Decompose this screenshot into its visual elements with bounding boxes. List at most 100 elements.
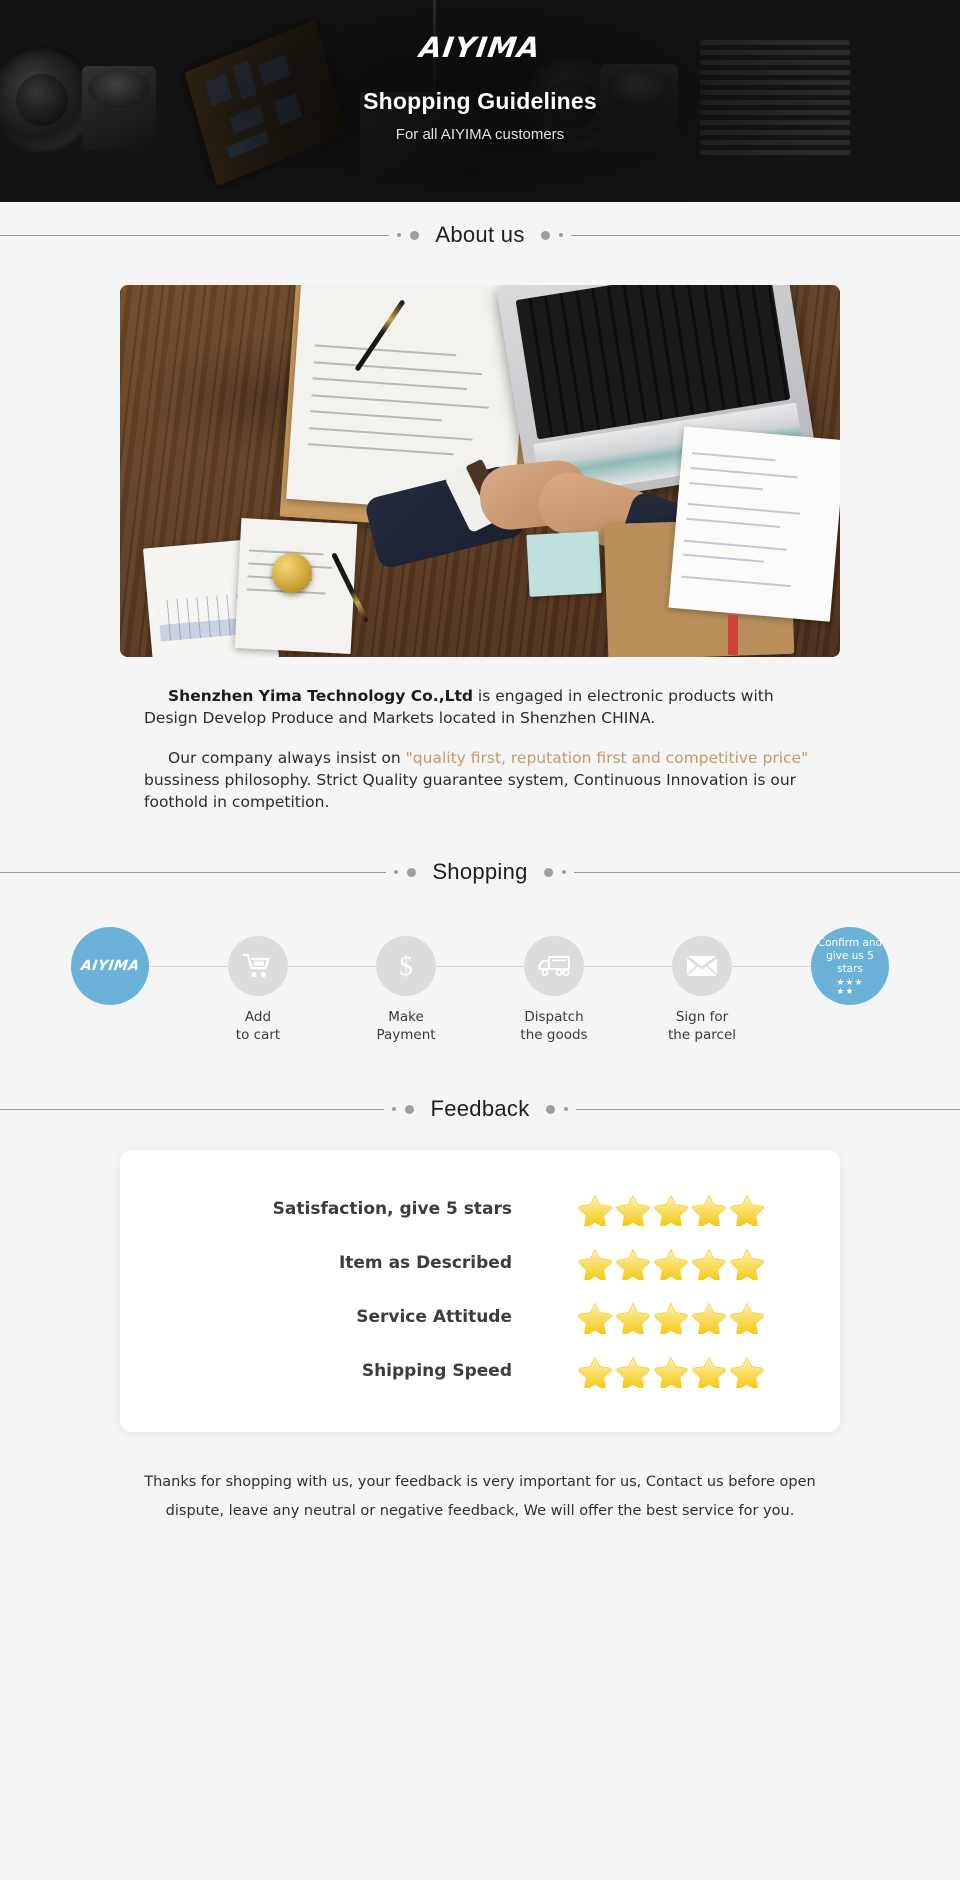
star-icon	[578, 1357, 612, 1388]
star-rating	[578, 1301, 764, 1334]
invoice-sheet	[668, 426, 840, 622]
step-label-line2: the parcel	[667, 1027, 737, 1044]
shopping-section-heading: Shopping	[0, 859, 960, 885]
heading-dot-small-right	[563, 1107, 568, 1112]
feedback-section: Feedback Satisfaction, give 5 stars Item…	[0, 1096, 960, 1526]
feedback-label: Satisfaction, give 5 stars	[272, 1199, 512, 1220]
aiyima-logo-icon: AIYIMA	[79, 958, 141, 974]
star-icon	[730, 1357, 764, 1388]
hero-title: Shopping Guidelines	[363, 88, 597, 114]
hero-banner: AIYIMA Shopping Guidelines For all AIYIM…	[0, 0, 960, 202]
step-label-line1: Make	[388, 1009, 424, 1025]
step-add-to-cart: Add to cart	[210, 927, 306, 1044]
star-icon	[578, 1195, 612, 1226]
star-rating	[578, 1247, 764, 1280]
section-title: Feedback	[430, 1096, 530, 1122]
truck-icon	[538, 956, 570, 976]
about-p2-before: Our company always insist on	[168, 749, 406, 767]
star-icon	[616, 1357, 650, 1388]
star-icon	[730, 1195, 764, 1226]
star-icon	[692, 1303, 726, 1334]
step-sign-parcel: Sign for the parcel	[654, 927, 750, 1044]
envelope-icon	[686, 956, 718, 976]
step-label: Make Payment	[376, 1008, 435, 1044]
shopping-steps: AIYIMA Add to cart $ Make Payment Dispat…	[62, 927, 898, 1044]
star-icon	[692, 1357, 726, 1388]
feedback-row: Service Attitude	[120, 1290, 840, 1344]
confirm-line1: Confirm and	[817, 936, 883, 949]
star-icon	[692, 1249, 726, 1280]
star-icon	[578, 1249, 612, 1280]
step-label-line1: Sign for	[675, 1009, 729, 1025]
star-icon	[692, 1195, 726, 1226]
dispatch-circle	[524, 936, 584, 996]
step-brand: AIYIMA	[62, 927, 158, 1005]
footer-note: Thanks for shopping with us, your feedba…	[130, 1468, 830, 1526]
red-tab-marker	[728, 615, 738, 655]
section-title: About us	[435, 222, 525, 247]
about-paragraph-2: Our company always insist on "quality fi…	[144, 747, 816, 813]
about-paragraph-1: Shenzhen Yima Technology Co.,Ltd is enga…	[144, 685, 816, 729]
step-label-line1: Dispatch	[524, 1009, 584, 1025]
about-p2-after: bussiness philosophy. Strict Quality gua…	[144, 771, 797, 811]
star-icon	[654, 1357, 688, 1388]
confirm-stars-icon: ★★★ ★★	[836, 978, 863, 995]
star-icon	[616, 1195, 650, 1226]
feedback-row: Shipping Speed	[120, 1344, 840, 1398]
star-icon	[578, 1303, 612, 1334]
step-label: Add to cart	[236, 1008, 280, 1044]
step-label-line2: the goods	[520, 1027, 588, 1044]
star-icon	[654, 1249, 688, 1280]
step-confirm-rating: Confirm and give us 5 stars ★★★ ★★	[802, 927, 898, 1005]
brand-circle: AIYIMA	[71, 927, 149, 1005]
dollar-icon: $	[399, 951, 413, 981]
star-icon	[730, 1303, 764, 1334]
cart-circle	[228, 936, 288, 996]
heading-dot-small-left	[397, 233, 402, 237]
star-icon	[616, 1249, 650, 1280]
heading-dot-large-left	[405, 1104, 415, 1114]
step-label-line2: to cart	[235, 1027, 281, 1044]
feedback-row: Satisfaction, give 5 stars	[120, 1182, 840, 1236]
heading-dot-small-left	[394, 870, 399, 874]
heading-dot-small-right	[558, 233, 563, 237]
star-rating	[578, 1355, 764, 1388]
feedback-section-heading: Feedback	[0, 1096, 960, 1123]
star-rating	[578, 1193, 764, 1226]
about-section-heading: About us	[0, 222, 960, 248]
payment-circle: $	[376, 936, 436, 996]
sign-circle	[672, 936, 732, 996]
confirm-line2: give us 5 stars	[826, 949, 874, 976]
star-icon	[654, 1303, 688, 1334]
step-label: Sign for the parcel	[668, 1008, 736, 1044]
about-section: About us Shenzhen Yima Technology Co.,Lt…	[0, 202, 960, 813]
heading-dot-large-right	[543, 867, 553, 877]
step-label-line1: Add	[244, 1009, 272, 1025]
company-name: Shenzhen Yima Technology Co.,Ltd	[168, 687, 473, 705]
heading-dot-large-right	[540, 230, 550, 240]
feedback-label: Shipping Speed	[361, 1361, 512, 1382]
heading-dot-small-left	[392, 1107, 397, 1112]
footer-note-line2: dispute, leave any neutral or negative f…	[165, 1503, 795, 1520]
confirm-circle: Confirm and give us 5 stars ★★★ ★★	[811, 927, 889, 1005]
svg-text:$: $	[399, 951, 413, 981]
star-icon	[654, 1195, 688, 1226]
quality-quote: "quality first, reputation first and com…	[405, 749, 809, 767]
feedback-label: Item as Described	[338, 1253, 512, 1274]
star-icon	[616, 1303, 650, 1334]
star-icon	[730, 1249, 764, 1280]
footer-note-line1: Thanks for shopping with us, your feedba…	[144, 1474, 816, 1491]
step-dispatch-goods: Dispatch the goods	[506, 927, 602, 1044]
step-label: Dispatch the goods	[520, 1008, 587, 1044]
step-label-line2: Payment	[376, 1027, 436, 1044]
heading-dot-large-right	[545, 1104, 555, 1114]
confirm-stars-bottom: ★★	[836, 985, 855, 996]
brand-logo: AIYIMA	[417, 31, 543, 64]
gold-paperweight	[272, 553, 312, 593]
heading-dot-small-right	[561, 870, 566, 874]
feedback-card: Satisfaction, give 5 stars Item as Descr…	[120, 1150, 840, 1433]
about-photo-handshake	[120, 285, 840, 657]
heading-dot-large-left	[410, 230, 420, 240]
hero-subtitle: For all AIYIMA customers	[395, 126, 565, 143]
section-title: Shopping	[432, 859, 528, 884]
